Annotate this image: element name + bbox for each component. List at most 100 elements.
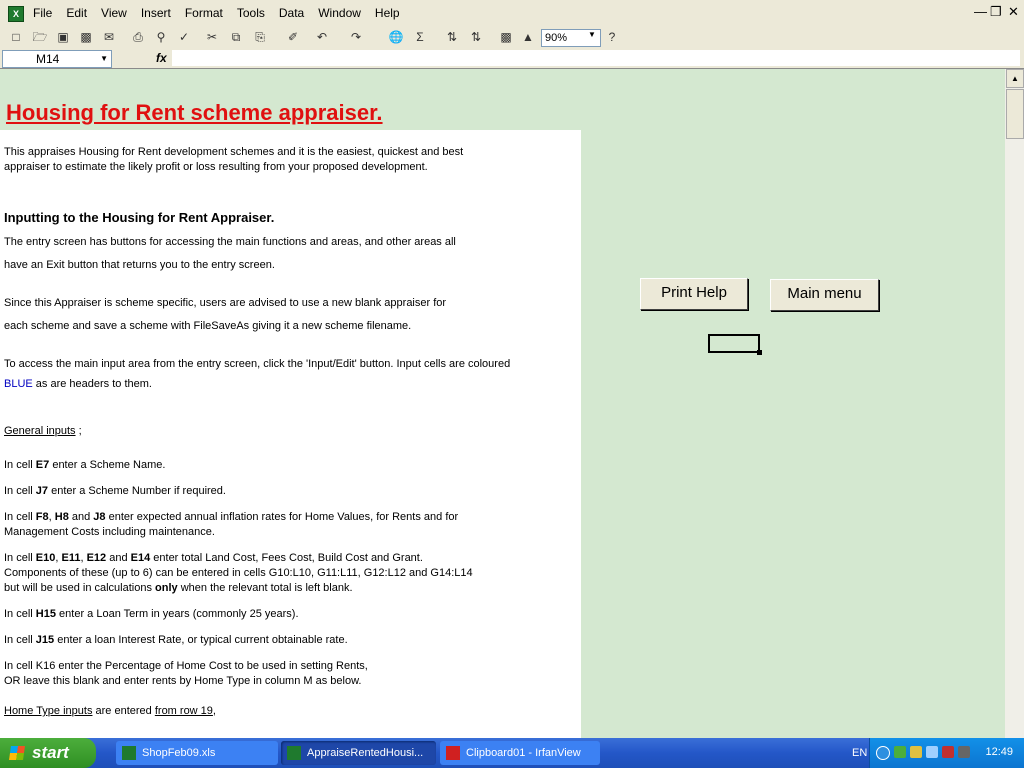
start-button[interactable]: start [0, 738, 96, 768]
e10-line3-pre: but will be used in calculations [4, 582, 156, 594]
close-icon[interactable]: ✕ [1008, 4, 1019, 20]
scroll-thumb[interactable] [1006, 89, 1024, 139]
security-icon[interactable] [910, 746, 922, 758]
formula-input[interactable] [172, 50, 1020, 66]
general-inputs-line: General inputs ; [4, 424, 82, 439]
undo-icon[interactable]: ↶ [314, 29, 330, 45]
chart-wizard-icon[interactable]: ▩ [498, 29, 514, 45]
open-icon[interactable]: 🗁 [32, 29, 48, 45]
help-icon[interactable]: ? [604, 29, 620, 45]
redo-icon[interactable]: ↷ [348, 29, 364, 45]
excel-app-icon[interactable]: X [8, 6, 24, 22]
f8-instruction-line-2: Management Costs including maintenance. [4, 526, 215, 538]
wireless-icon[interactable] [926, 746, 938, 758]
excel-icon [122, 746, 136, 760]
e14-cell: E14 [130, 552, 151, 564]
chevron-down-icon[interactable]: ▼ [100, 51, 108, 67]
sort-ascending-icon[interactable]: ⇅ [444, 29, 460, 45]
copy-icon[interactable]: ⧉ [228, 29, 244, 45]
home-type-end: , [212, 705, 216, 717]
email-icon[interactable]: ✉ [101, 29, 117, 45]
e10-instruction-line-3: but will be used in calculations only wh… [4, 581, 353, 596]
autosum-icon[interactable]: Σ [412, 29, 428, 45]
start-label: start [32, 743, 69, 762]
e12-cell: E12 [86, 552, 107, 564]
volume-icon[interactable] [958, 746, 970, 758]
j7-post: enter a Scheme Number if required. [48, 485, 226, 497]
help-text-panel: This appraises Housing for Rent developm… [0, 130, 581, 738]
irfanview-icon [446, 746, 460, 760]
home-type-mid: are entered [92, 705, 155, 717]
minimize-icon[interactable]: — [974, 4, 987, 19]
paste-icon[interactable]: ⎘ [252, 29, 268, 45]
home-type-line: Home Type inputs are entered from row 19… [4, 704, 216, 719]
menu-window[interactable]: Window [311, 6, 368, 20]
e10-line3-bold: only [155, 582, 178, 594]
general-inputs-label: General inputs [4, 425, 76, 437]
standard-toolbar: □ 🗁 ▣ ▩ ✉ ⎙ ⚲ ✓ ✂ ⧉ ⎘ ✐ ↶ ↷ 🌐 Σ ⇅ ⇅ ▩ ▲ … [0, 26, 1024, 49]
format-painter-icon[interactable]: ✐ [285, 29, 301, 45]
vertical-scrollbar[interactable]: ▲ [1005, 69, 1024, 738]
fx-icon[interactable]: fx [156, 51, 167, 65]
input-area-line-2-text: as are headers to them. [32, 378, 152, 390]
active-cell-selection[interactable] [708, 334, 762, 355]
drawing-icon[interactable]: ▲ [520, 29, 536, 45]
j8-cell: J8 [93, 511, 106, 523]
intro-line-1: This appraises Housing for Rent developm… [4, 146, 464, 158]
sort-descending-icon[interactable]: ⇅ [468, 29, 484, 45]
scheme-line-1: Since this Appraiser is scheme specific,… [4, 297, 447, 309]
menu-format[interactable]: Format [178, 6, 230, 20]
restore-icon[interactable]: ❐ [990, 4, 1002, 20]
task-irfanview[interactable]: Clipboard01 - IrfanView [440, 741, 600, 765]
spelling-icon[interactable]: ✓ [176, 29, 192, 45]
f8-instruction: In cell F8, H8 and J8 enter expected ann… [4, 510, 458, 525]
blue-word: BLUE [4, 378, 33, 390]
menu-file[interactable]: File [26, 6, 59, 20]
main-menu-button[interactable]: Main menu [770, 279, 879, 311]
scheme-line-2: each scheme and save a scheme with FileS… [4, 320, 412, 332]
name-box-value: M14 [36, 52, 60, 66]
antivirus-icon[interactable] [942, 746, 954, 758]
print-preview-icon[interactable]: ⚲ [153, 29, 169, 45]
cut-icon[interactable]: ✂ [204, 29, 220, 45]
menu-insert[interactable]: Insert [134, 6, 178, 20]
entry-line-2: have an Exit button that returns you to … [4, 259, 275, 271]
home-type-link: Home Type inputs [4, 705, 93, 717]
print-help-button[interactable]: Print Help [640, 278, 748, 310]
save-icon[interactable]: ▣ [55, 29, 71, 45]
new-icon[interactable]: □ [8, 29, 24, 45]
worksheet[interactable]: Housing for Rent scheme appraiser. This … [0, 69, 1005, 738]
j15-pre: In cell [4, 634, 36, 646]
h8-cell: H8 [54, 511, 69, 523]
e7-cell: E7 [35, 459, 50, 471]
hyperlink-icon[interactable]: 🌐 [388, 29, 404, 45]
menu-list: File Edit View Insert Format Tools Data … [26, 6, 407, 20]
menu-tools[interactable]: Tools [230, 6, 272, 20]
f8-post: enter expected annual inflation rates fo… [105, 511, 459, 523]
scroll-up-icon[interactable]: ▲ [1006, 69, 1024, 88]
language-indicator[interactable]: EN [852, 747, 867, 759]
input-area-line-1: To access the main input area from the e… [4, 358, 511, 370]
task-label: Clipboard01 - IrfanView [466, 747, 581, 759]
h15-cell: H15 [35, 608, 56, 620]
general-inputs-suffix: ; [75, 425, 82, 437]
h15-instruction: In cell H15 enter a Loan Term in years (… [4, 607, 299, 622]
task-appraise-rented-housing[interactable]: AppraiseRentedHousi... [281, 741, 436, 765]
task-shopfeb09[interactable]: ShopFeb09.xls [116, 741, 278, 765]
f8-sep2: and [68, 511, 94, 523]
menu-view[interactable]: View [94, 6, 134, 20]
menu-data[interactable]: Data [272, 6, 311, 20]
menu-help[interactable]: Help [368, 6, 407, 20]
task-label: AppraiseRentedHousi... [307, 747, 424, 759]
network-icon[interactable] [894, 746, 906, 758]
h15-pre: In cell [4, 608, 36, 620]
print-icon[interactable]: ⎙ [130, 29, 146, 45]
menu-edit[interactable]: Edit [59, 6, 94, 20]
permission-icon[interactable]: ▩ [78, 29, 94, 45]
e11-cell: E11 [61, 552, 81, 564]
name-box[interactable]: M14 ▼ [2, 50, 112, 68]
j7-pre: In cell [4, 485, 36, 497]
zoom-dropdown-icon[interactable]: ▼ [588, 30, 596, 39]
tray-arrow-icon[interactable] [876, 746, 890, 760]
e7-pre: In cell [4, 459, 36, 471]
